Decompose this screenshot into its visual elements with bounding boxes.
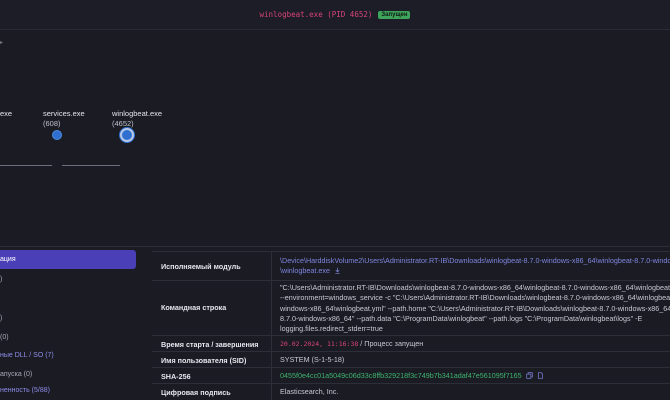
- sidebar-item-3[interactable]: ): [0, 309, 2, 328]
- table-row: Цифровая подпись Elasticsearch, Inc.: [152, 383, 670, 400]
- sidebar-item-1[interactable]: ): [0, 270, 2, 289]
- process-tree[interactable]: ▸ exe services.exe (608) winlogbeat.exe …: [0, 31, 670, 246]
- tree-edge: [62, 165, 120, 166]
- node-label-winlogbeat: winlogbeat.exe: [112, 109, 163, 118]
- process-title: winlogbeat.exe (PID 4652): [259, 10, 373, 19]
- command-line-value: "C:\Users\Administrator.RT-IB\Downloads\…: [280, 283, 670, 334]
- node-label-partial: exe: [0, 109, 13, 118]
- node-winlogbeat-selected[interactable]: [120, 128, 134, 142]
- table-row: SHA-256 0455f0e4cc01a5049c06d33c8ffb3292…: [152, 367, 670, 383]
- signature-value: Elasticsearch, Inc.: [280, 387, 339, 396]
- start-time-value: 20.02.2024, 11:16:38 / Процесс запущен: [280, 339, 424, 348]
- sidebar-item-info[interactable]: ация: [0, 250, 136, 269]
- sidebar-item-loaded-dll[interactable]: ные DLL / SO (7): [0, 346, 54, 365]
- table-row: Исполняемый модуль \Device\HarddiskVolum…: [152, 251, 670, 280]
- user-value: SYSTEM (S-1-5-18): [280, 355, 345, 364]
- row-label-executable: Исполняемый модуль: [161, 262, 241, 271]
- row-label-user: Имя пользователя (SID): [161, 356, 247, 365]
- process-header: winlogbeat.exe (PID 4652) Запущен: [0, 0, 670, 30]
- table-row: Командная строка "C:\Users\Administrator…: [152, 280, 670, 335]
- node-services[interactable]: [52, 130, 62, 140]
- status-badge: Запущен: [378, 10, 411, 19]
- row-label-start-time: Время старта / завершения: [161, 340, 259, 349]
- copy-icon[interactable]: [526, 372, 533, 379]
- row-label-command-line: Командная строка: [161, 303, 227, 312]
- table-row: Время старта / завершения 20.02.2024, 11…: [152, 335, 670, 351]
- collapse-caret-icon[interactable]: ▸: [0, 39, 3, 46]
- sidebar-item-maliciousness[interactable]: ненность (5/88): [0, 381, 50, 400]
- tree-edge: [0, 165, 52, 166]
- node-pid-winlogbeat: (4652): [112, 119, 134, 128]
- executable-path[interactable]: \Device\HarddiskVolume2\Users\Administra…: [280, 256, 670, 277]
- table-row: Имя пользователя (SID) SYSTEM (S-1-5-18): [152, 351, 670, 367]
- details-sidebar: ация ) ) (0) ные DLL / SO (7) апуска (0)…: [0, 250, 140, 400]
- sidebar-item-4[interactable]: (0): [0, 328, 9, 347]
- row-label-sha256: SHA-256: [161, 372, 191, 381]
- file-icon[interactable]: [537, 372, 544, 379]
- node-label-services: services.exe: [43, 109, 85, 118]
- sha256-value: 0455f0e4cc01a5049c06d33c8ffb329218f3c749…: [280, 371, 670, 381]
- row-label-signature: Цифровая подпись: [161, 388, 231, 397]
- section-divider: [0, 246, 670, 247]
- node-pid-services: (608): [43, 119, 61, 128]
- external-link-icon[interactable]: [334, 267, 341, 274]
